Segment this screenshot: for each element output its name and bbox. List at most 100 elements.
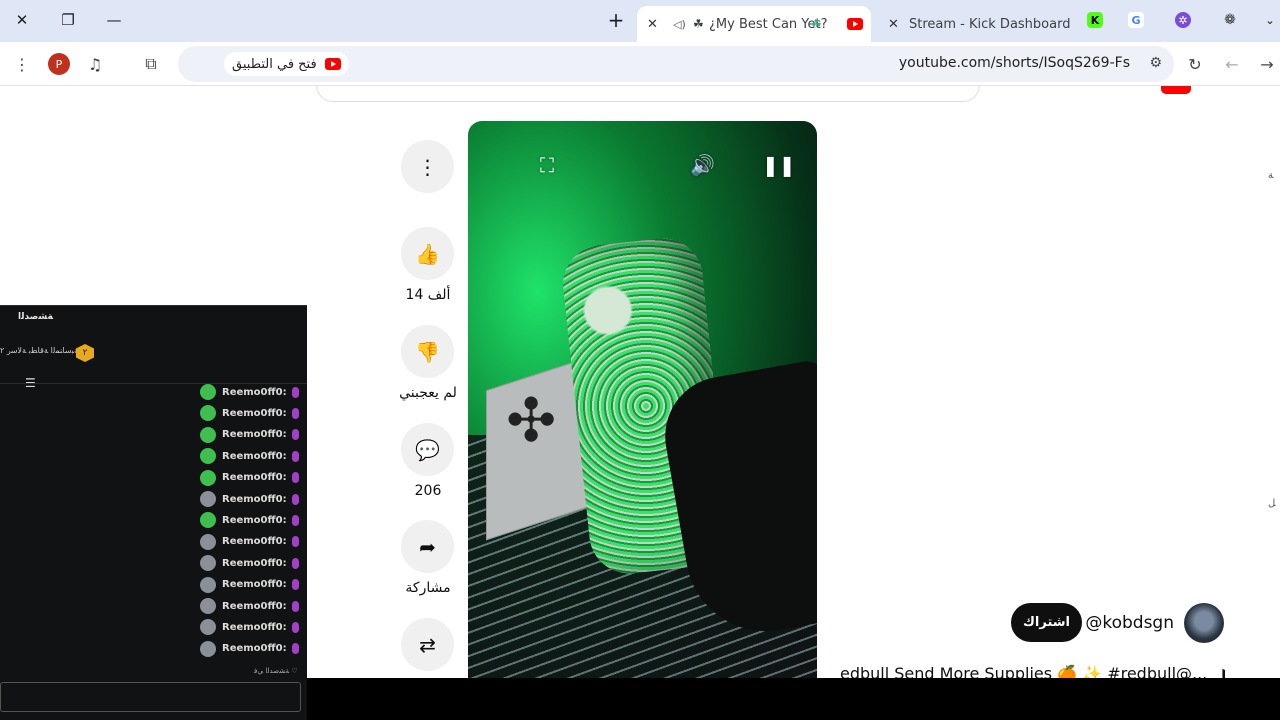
- like-button[interactable]: 👍: [401, 227, 454, 280]
- mic-badge-icon: [291, 472, 299, 484]
- more-vert-icon: ⋮: [417, 154, 438, 179]
- chat-message: Reemo0ff0:: [200, 512, 299, 529]
- browser-tab-bar: ✕ ❐ — + ✕ ◁) ☘ ¿My Best Can Yet? ☘ ✕ Str…: [0, 0, 1280, 42]
- google-favicon-icon[interactable]: G: [1128, 12, 1144, 28]
- reload-icon[interactable]: ↻: [1184, 53, 1206, 75]
- channel-handle[interactable]: @kobdsgn: [1085, 613, 1174, 633]
- tab-search-chevron-icon[interactable]: ⌄: [1262, 12, 1278, 28]
- more-options-button[interactable]: ⋮: [401, 140, 454, 193]
- tab-youtube-short[interactable]: ✕ ◁) ☘ ¿My Best Can Yet? ☘: [637, 6, 871, 42]
- chat-user-avatar: [200, 448, 216, 465]
- forward-icon[interactable]: ←: [1221, 53, 1243, 75]
- chat-message: Reemo0ff0:: [200, 598, 299, 614]
- comment-count: 206: [414, 483, 442, 499]
- gift-badge-icon: ٢: [76, 344, 94, 362]
- play-caption-icon[interactable]: ▶: [1222, 664, 1225, 678]
- mic-badge-icon: [291, 407, 299, 419]
- open-in-app-label: فتح في التطبيق: [232, 56, 317, 72]
- mic-badge-icon: [291, 493, 299, 505]
- chat-user-avatar: [200, 405, 216, 422]
- chat-message: Reemo0ff0:: [200, 491, 299, 507]
- pause-icon[interactable]: ❚❚: [762, 153, 796, 177]
- tab-kick-dashboard[interactable]: ✕ Stream - Kick Dashboard: [880, 6, 1075, 42]
- extension-favicon-icon[interactable]: ✲: [1175, 12, 1191, 28]
- chat-message: Reemo0ff0:: [200, 384, 299, 400]
- share-label: مشاركة: [405, 580, 451, 596]
- chat-user-avatar: [200, 598, 216, 614]
- chat-footer-text: ﺔﺸﺻﺪﻟا ﻲﻓ ♡: [254, 667, 298, 675]
- subscribe-button[interactable]: اشتراك: [1011, 603, 1082, 642]
- chat-message: Reemo0ff0:: [200, 619, 299, 636]
- youtube-icon: [324, 58, 341, 70]
- media-control-icon[interactable]: ♫: [84, 53, 106, 75]
- chat-username: Reemo0ff0:: [222, 450, 287, 462]
- thumbs-down-icon: 👎: [415, 339, 440, 364]
- restore-window-icon[interactable]: ❐: [56, 8, 80, 32]
- new-tab-button[interactable]: +: [604, 8, 628, 32]
- chat-message: Reemo0ff0:: [200, 405, 299, 422]
- thumbs-up-icon: 👍: [415, 241, 440, 266]
- dislike-button[interactable]: 👎: [401, 325, 454, 378]
- mic-badge-icon: [291, 536, 299, 548]
- chat-message: Reemo0ff0:: [200, 576, 299, 593]
- tab-title: Stream - Kick Dashboard: [909, 16, 1071, 32]
- chat-username: Reemo0ff0:: [222, 557, 287, 569]
- close-window-icon[interactable]: ✕: [10, 8, 34, 32]
- comment-icon: 💬: [415, 437, 440, 462]
- mic-badge-icon: [291, 621, 299, 633]
- chat-username: Reemo0ff0:: [222, 600, 287, 612]
- caption-text: edbull Send More Supplies 🍊 ✨ #redbull@.…: [840, 664, 1208, 678]
- chatgpt-favicon-icon[interactable]: ❁: [1222, 12, 1238, 28]
- address-bar[interactable]: فتح في التطبيق youtube.com/shorts/ISoqS2…: [178, 46, 1174, 82]
- mic-badge-icon: [291, 643, 299, 655]
- side-text-fragment: ﺔ: [1268, 170, 1274, 181]
- channel-avatar[interactable]: [1184, 603, 1224, 643]
- like-count: 14 ألف: [405, 287, 451, 303]
- chat-input[interactable]: [0, 682, 301, 712]
- share-button[interactable]: ➦: [401, 520, 454, 573]
- back-icon[interactable]: →: [1256, 53, 1278, 75]
- site-settings-icon[interactable]: ⚙: [1149, 55, 1162, 71]
- close-tab-icon[interactable]: ✕: [647, 17, 658, 32]
- mic-badge-icon: [291, 514, 299, 526]
- video-caption: edbull Send More Supplies 🍊 ✨ #redbull@.…: [840, 664, 1225, 678]
- kick-favicon-icon[interactable]: K: [1087, 12, 1103, 28]
- chat-message: Reemo0ff0:: [200, 469, 299, 486]
- short-video-player[interactable]: ✣ ⛶ 🔊 ❚❚: [468, 121, 817, 678]
- url-text: youtube.com/shorts/ISoqS269-Fs: [898, 55, 1130, 71]
- tab-title: ¿My Best Can Yet?: [709, 16, 828, 32]
- comments-button[interactable]: 💬: [401, 423, 454, 476]
- chat-username: Reemo0ff0:: [222, 621, 287, 633]
- stream-chat-overlay: ﺔﺸﺻﺪﻟا ﺔﺒﺳﺎﻨﻤﻟا ﺔﻗﺎﻄﺑ ﺔﻟﺎﺳر ٢ ٢ ☰ Reemo0…: [0, 305, 307, 720]
- minimize-window-icon[interactable]: —: [102, 8, 126, 32]
- chat-username: Reemo0ff0:: [222, 472, 287, 484]
- fullscreen-icon[interactable]: ⛶: [540, 153, 554, 177]
- mic-badge-icon: [291, 600, 299, 612]
- remix-button[interactable]: ⇄: [401, 618, 454, 671]
- chat-username: Reemo0ff0:: [222, 514, 287, 526]
- screen: ✕ ❐ — + ✕ ◁) ☘ ¿My Best Can Yet? ☘ ✕ Str…: [0, 0, 1280, 720]
- mic-badge-icon: [291, 450, 299, 462]
- chat-user-avatar: [200, 469, 216, 486]
- chat-username: Reemo0ff0:: [222, 429, 287, 441]
- remix-icon: ⇄: [419, 632, 436, 657]
- menu-kebab-icon[interactable]: ⋮: [11, 53, 33, 75]
- search-bar-partial[interactable]: [316, 86, 980, 102]
- leaf-icon: ☘: [693, 17, 704, 31]
- mic-badge-icon: [291, 557, 299, 569]
- chat-user-avatar: [200, 426, 216, 443]
- chat-user-avatar: [200, 512, 216, 529]
- open-in-app-chip[interactable]: فتح في التطبيق: [224, 52, 349, 76]
- volume-icon[interactable]: 🔊: [690, 153, 715, 177]
- chat-message: Reemo0ff0:: [200, 555, 299, 572]
- extensions-puzzle-icon[interactable]: ⧉: [140, 53, 162, 75]
- profile-avatar[interactable]: P: [48, 53, 70, 75]
- chat-message: Reemo0ff0:: [200, 533, 299, 550]
- share-icon: ➦: [419, 534, 436, 559]
- chat-user-avatar: [200, 384, 216, 400]
- taskbar-strip: [307, 678, 1280, 720]
- chat-user-avatar: [200, 576, 216, 593]
- close-tab-icon[interactable]: ✕: [888, 17, 899, 32]
- youtube-logo[interactable]: [1161, 86, 1256, 94]
- chat-user-avatar: [200, 619, 216, 636]
